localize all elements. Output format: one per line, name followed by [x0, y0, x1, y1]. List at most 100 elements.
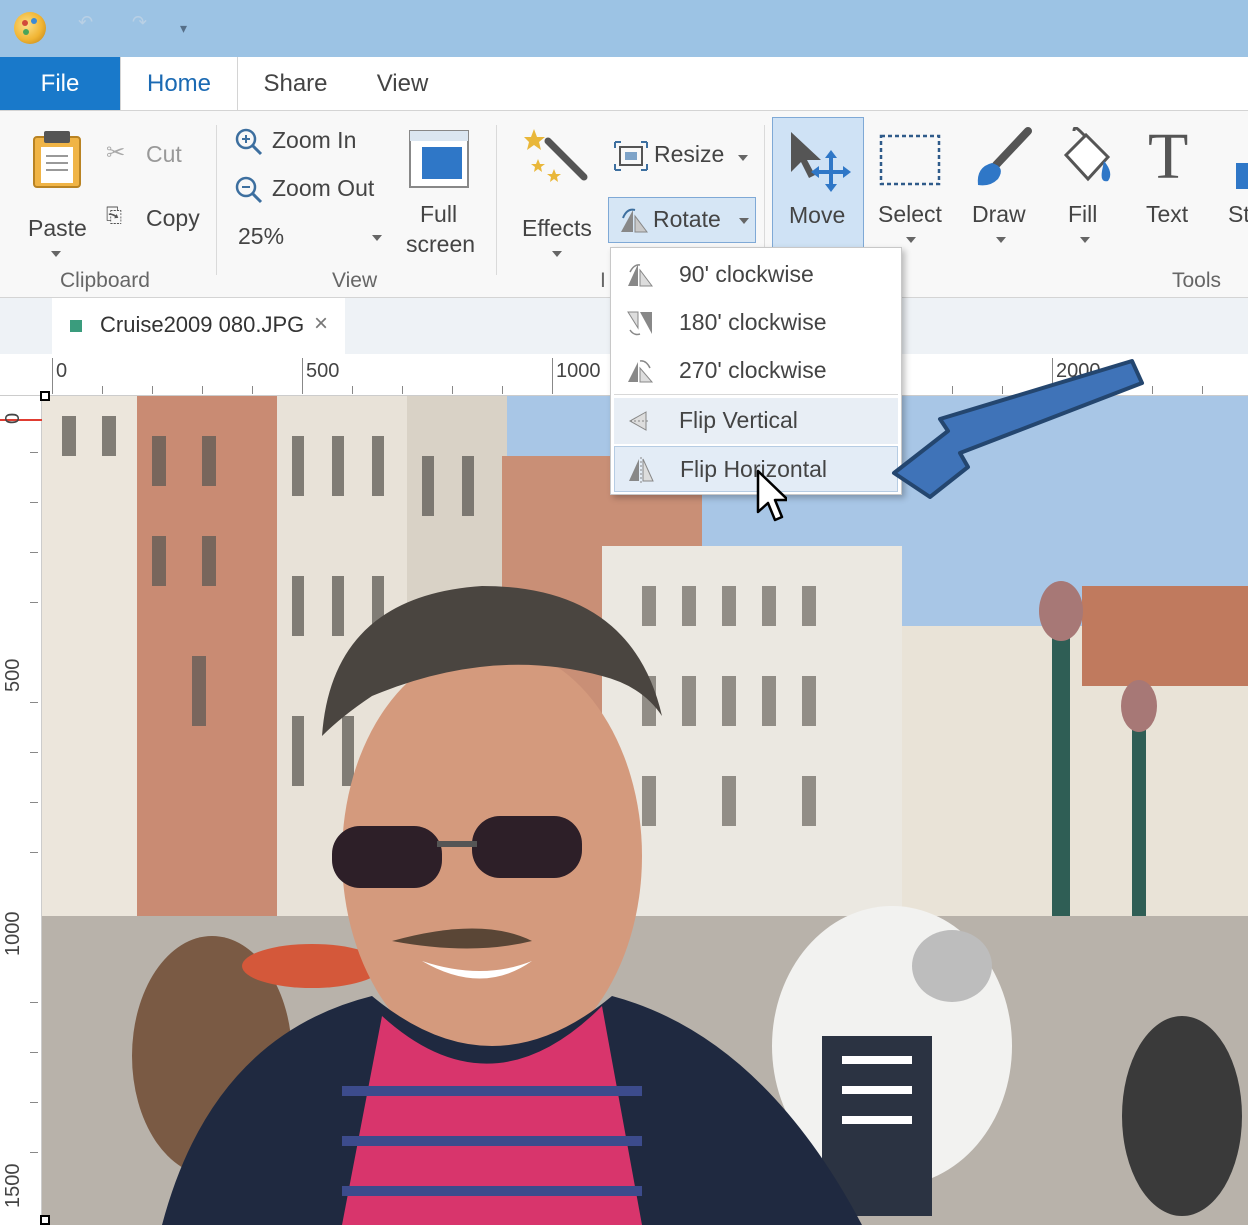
paste-button[interactable]: Paste — [22, 125, 88, 257]
menu-item-rotate-90[interactable]: 90' clockwise — [614, 252, 898, 298]
text-label: Text — [1146, 201, 1189, 227]
ribbon-tab-bar: File Home Share View — [0, 57, 1248, 111]
menu-item-flip-vertical[interactable]: Flip Vertical — [614, 398, 898, 444]
text-tool-button[interactable]: T Text — [1140, 120, 1204, 255]
tab-home[interactable]: Home — [120, 57, 238, 111]
ruler-tick — [52, 358, 53, 394]
menu-item-label: Flip Horizontal — [680, 456, 827, 482]
magic-wand-icon — [524, 129, 588, 182]
rotate-270-icon — [628, 360, 654, 383]
fill-tool-button[interactable]: Fill — [1054, 125, 1118, 255]
stamp-tool-button[interactable]: St — [1226, 125, 1248, 255]
copy-button[interactable]: ⎘ Copy — [106, 203, 206, 239]
select-label: Select — [878, 201, 942, 227]
move-label: Move — [789, 202, 846, 228]
ruler-label: 1000 — [2, 911, 24, 957]
rotate-180-icon — [627, 311, 652, 336]
quick-access-dropdown-icon[interactable]: ▾ — [180, 20, 202, 42]
ruler-label: 0 — [2, 412, 24, 424]
menu-separator — [614, 394, 898, 395]
rotate-icon — [621, 208, 648, 233]
copy-icon: ⎘ — [106, 205, 122, 227]
ruler-label: 500 — [2, 658, 24, 692]
ruler-tick — [30, 702, 38, 703]
selection-handle[interactable] — [40, 1215, 50, 1225]
paint-bucket-icon — [1063, 127, 1111, 182]
ruler-tick — [30, 852, 38, 853]
document-tab-name: Cruise2009 080.JPG — [100, 312, 305, 337]
title-bar: ↶ ↷ ▾ — [0, 0, 1248, 57]
resize-label: Resize — [654, 141, 725, 167]
zoom-in-icon — [235, 128, 263, 156]
resize-button[interactable]: Resize — [612, 137, 756, 175]
text-t-icon: T — [1148, 120, 1189, 193]
undo-icon[interactable]: ↶ — [78, 12, 100, 34]
selection-rectangle-icon — [879, 134, 941, 186]
chevron-down-icon — [51, 251, 61, 257]
close-icon[interactable]: × — [314, 310, 328, 338]
selection-handle[interactable] — [40, 391, 50, 401]
image-group-label: I — [600, 269, 606, 292]
flip-vertical-icon — [628, 411, 650, 431]
mouse-pointer-icon — [756, 469, 787, 522]
move-tool-button[interactable]: Move — [772, 117, 864, 251]
ruler-tick — [552, 358, 553, 394]
menu-item-label: 270' clockwise — [679, 357, 827, 383]
image-canvas[interactable] — [42, 396, 1248, 1225]
flip-horizontal-icon — [629, 457, 654, 483]
menu-item-label: Flip Vertical — [679, 407, 798, 433]
ruler-tick — [352, 386, 353, 394]
full-screen-label-1: Full — [420, 201, 458, 227]
move-icon — [791, 132, 851, 192]
chevron-down-icon — [906, 237, 916, 243]
chevron-down-icon — [739, 218, 749, 224]
redo-icon[interactable]: ↷ — [132, 12, 154, 34]
zoom-out-button[interactable]: Zoom Out — [232, 173, 392, 207]
document-tab[interactable]: Cruise2009 080.JPG × — [52, 298, 345, 354]
menu-item-rotate-270[interactable]: 270' clockwise — [614, 348, 898, 394]
zoom-in-button[interactable]: Zoom In — [232, 125, 382, 159]
ruler-tick — [202, 386, 203, 394]
tab-view[interactable]: View — [360, 57, 445, 110]
ruler-tick — [152, 386, 153, 394]
tab-share[interactable]: Share — [248, 57, 343, 110]
ruler-tick — [252, 386, 253, 394]
cut-label: Cut — [146, 141, 182, 167]
ruler-tick — [30, 1152, 38, 1153]
ruler-label: 0 — [56, 360, 68, 382]
select-tool-button[interactable]: Select — [874, 125, 948, 255]
ruler-tick — [30, 802, 38, 803]
draw-tool-button[interactable]: Draw — [966, 125, 1036, 255]
ruler-tick — [302, 358, 303, 394]
clipboard-icon — [33, 131, 81, 188]
ruler-tick — [30, 1002, 38, 1003]
tab-file[interactable]: File — [0, 57, 120, 110]
resize-icon — [614, 141, 648, 171]
paste-label: Paste — [28, 215, 87, 241]
zoom-in-label: Zoom In — [272, 127, 357, 153]
rotate-dropdown-menu: 90' clockwise 180' clockwise 270' clockw… — [610, 247, 902, 495]
menu-item-label: 180' clockwise — [679, 309, 827, 335]
ruler-label: 1000 — [556, 360, 601, 382]
effects-button[interactable]: Effects — [518, 125, 598, 257]
chevron-down-icon — [552, 251, 562, 257]
annotation-arrow — [892, 359, 1144, 499]
rotate-90-icon — [628, 264, 653, 287]
zoom-out-label: Zoom Out — [272, 175, 375, 201]
menu-item-rotate-180[interactable]: 180' clockwise — [614, 300, 898, 346]
zoom-level-select[interactable]: 25% — [232, 219, 388, 253]
chevron-down-icon — [738, 155, 748, 161]
rotate-button[interactable]: Rotate — [608, 197, 756, 243]
chevron-down-icon — [372, 235, 382, 241]
image-file-icon — [70, 320, 82, 332]
tools-group-label: Tools — [1172, 269, 1222, 292]
paint-palette-icon[interactable] — [14, 12, 46, 44]
ruler-tick — [30, 502, 38, 503]
view-group-label: View — [332, 269, 378, 292]
cut-button[interactable]: ✂ Cut — [106, 139, 196, 175]
ruler-tick — [502, 386, 503, 394]
zoom-level-value: 25% — [238, 223, 285, 249]
ruler-tick — [30, 1102, 38, 1103]
chevron-down-icon — [1080, 237, 1090, 243]
full-screen-button[interactable]: Full screen — [404, 125, 478, 265]
